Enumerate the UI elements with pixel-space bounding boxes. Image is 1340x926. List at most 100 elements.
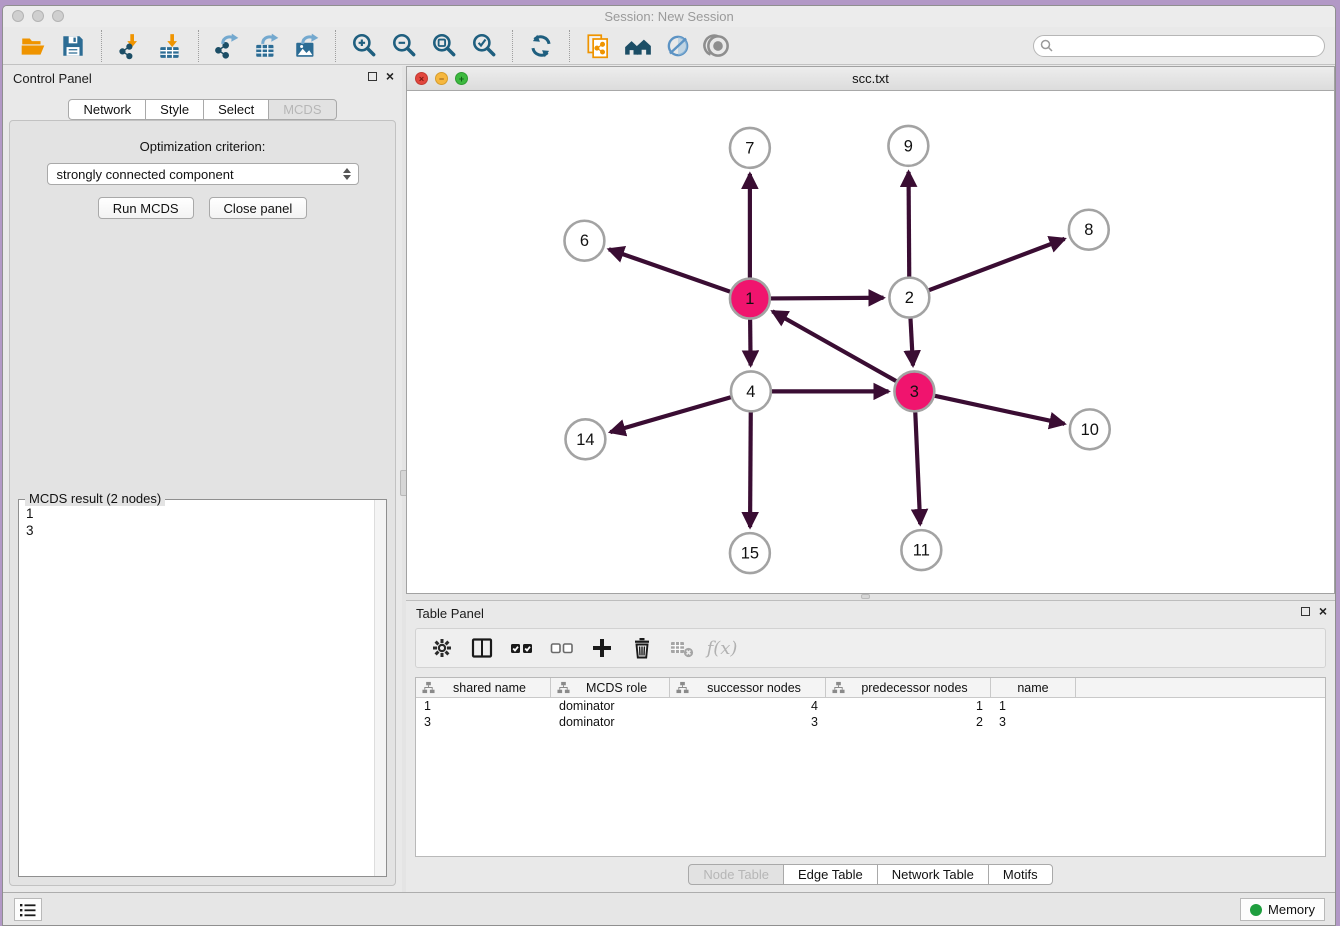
- delete-table-icon: [664, 632, 700, 664]
- tab-mcds[interactable]: MCDS: [268, 99, 336, 120]
- table-cell: 1: [826, 698, 991, 714]
- tab-network-table[interactable]: Network Table: [877, 864, 989, 885]
- table-cell: dominator: [551, 714, 670, 730]
- table-cell: 3: [670, 714, 826, 730]
- column-header-label: predecessor nodes: [845, 681, 990, 695]
- zoom-fit-icon[interactable]: [424, 31, 464, 61]
- result-scrollbar[interactable]: [374, 500, 386, 876]
- toggle-column-icon[interactable]: [464, 632, 500, 664]
- graph-node-label-10: 10: [1081, 421, 1099, 439]
- graph-edge-3-10[interactable]: [935, 396, 1065, 424]
- close-panel-icon[interactable]: ×: [386, 70, 394, 82]
- table-cell: 3: [991, 714, 1076, 730]
- graph-edge-1-6[interactable]: [609, 249, 730, 291]
- horizontal-splitter-handle[interactable]: [861, 594, 870, 599]
- memory-button[interactable]: Memory: [1240, 898, 1325, 921]
- column-header-MCDS-role[interactable]: MCDS role: [551, 678, 670, 697]
- graph-node-label-7: 7: [745, 139, 754, 157]
- network-titlebar: × − + scc.txt: [407, 67, 1334, 91]
- graph-edge-3-11[interactable]: [915, 412, 920, 524]
- show-graphics-details-icon[interactable]: [698, 31, 738, 61]
- graph-node-label-14: 14: [576, 431, 594, 449]
- close-table-panel-icon[interactable]: ×: [1319, 605, 1327, 617]
- table-settings-icon[interactable]: [424, 632, 460, 664]
- window-title: Session: New Session: [3, 9, 1335, 24]
- table-row[interactable]: 3dominator323: [416, 714, 1325, 730]
- export-table-icon[interactable]: [247, 31, 287, 61]
- column-header-shared-name[interactable]: shared name: [416, 678, 551, 697]
- zoom-out-icon[interactable]: [384, 31, 424, 61]
- function-builder-icon: f(x): [704, 632, 740, 664]
- graph-edge-2-8[interactable]: [929, 239, 1065, 290]
- hide-graphics-details-icon[interactable]: [658, 31, 698, 61]
- column-header-predecessor-nodes[interactable]: predecessor nodes: [826, 678, 991, 697]
- network-title: scc.txt: [407, 71, 1334, 86]
- open-file-icon[interactable]: [13, 31, 53, 61]
- add-column-icon[interactable]: [584, 632, 620, 664]
- search-input[interactable]: [1033, 35, 1325, 57]
- select-all-icon[interactable]: [504, 632, 540, 664]
- graph-node-label-2: 2: [905, 289, 914, 307]
- result-line: 1: [26, 505, 366, 522]
- tab-edge-table[interactable]: Edge Table: [783, 864, 878, 885]
- column-header-label: successor nodes: [689, 681, 825, 695]
- network-panel: × − + scc.txt 7968124314101511: [406, 66, 1335, 594]
- table-header-row: shared name MCDS role successor nodes prede…: [416, 678, 1325, 698]
- duplicate-network-icon[interactable]: [578, 31, 618, 61]
- graph-node-label-6: 6: [580, 232, 589, 250]
- toolbar-separator: [101, 30, 102, 62]
- deselect-all-icon[interactable]: [544, 632, 580, 664]
- tab-style[interactable]: Style: [145, 99, 204, 120]
- graph-edge-4-15[interactable]: [750, 412, 751, 527]
- export-image-icon[interactable]: [287, 31, 327, 61]
- tab-motifs[interactable]: Motifs: [988, 864, 1053, 885]
- graph-edge-1-2[interactable]: [771, 298, 884, 299]
- float-table-panel-icon[interactable]: [1301, 607, 1310, 616]
- import-network-icon[interactable]: [110, 31, 150, 61]
- tab-network[interactable]: Network: [68, 99, 146, 120]
- table-panel-header: Table Panel ×: [406, 601, 1335, 625]
- graph-edge-2-9[interactable]: [909, 172, 910, 277]
- network-canvas[interactable]: 7968124314101511: [407, 91, 1334, 593]
- memory-label: Memory: [1268, 902, 1315, 917]
- export-network-icon[interactable]: [207, 31, 247, 61]
- criterion-select[interactable]: strongly connected component: [47, 163, 359, 185]
- float-panel-icon[interactable]: [368, 72, 377, 81]
- app-window: Session: New Session Control Panel × Net…: [2, 5, 1336, 926]
- graph-node-label-15: 15: [741, 545, 759, 563]
- result-line: 3: [26, 522, 366, 539]
- graph-node-label-4: 4: [746, 383, 755, 401]
- run-mcds-button[interactable]: Run MCDS: [98, 197, 194, 219]
- zoom-selected-icon[interactable]: [464, 31, 504, 61]
- graph-edge-2-3[interactable]: [910, 319, 912, 366]
- save-session-icon[interactable]: [53, 31, 93, 61]
- table-panel-title: Table Panel: [416, 606, 484, 621]
- zoom-in-icon[interactable]: [344, 31, 384, 61]
- column-header-label: MCDS role: [570, 681, 669, 695]
- status-bar: Memory: [3, 892, 1335, 925]
- import-table-icon[interactable]: [150, 31, 190, 61]
- main-toolbar-icons: [13, 30, 738, 62]
- task-history-button[interactable]: [14, 898, 42, 921]
- graph-edge-4-14[interactable]: [610, 397, 730, 432]
- table-row[interactable]: 1dominator411: [416, 698, 1325, 714]
- table-toolbar: f(x): [415, 628, 1326, 668]
- tab-select[interactable]: Select: [203, 99, 269, 120]
- table-cell: 1: [416, 698, 551, 714]
- node-table: shared name MCDS role successor nodes prede…: [415, 677, 1326, 857]
- table-cell: 3: [416, 714, 551, 730]
- tab-node-table[interactable]: Node Table: [688, 864, 784, 885]
- search-wrap: [1033, 35, 1325, 57]
- column-header-name[interactable]: name: [991, 678, 1076, 697]
- control-panel-title: Control Panel: [13, 71, 92, 86]
- criterion-select-value: strongly connected component: [57, 167, 234, 182]
- graph-edge-3-1[interactable]: [772, 311, 896, 381]
- close-panel-button[interactable]: Close panel: [209, 197, 308, 219]
- column-header-successor-nodes[interactable]: successor nodes: [670, 678, 826, 697]
- first-neighbors-icon[interactable]: [618, 31, 658, 61]
- toolbar-separator: [512, 30, 513, 62]
- control-panel-tabs: NetworkStyleSelectMCDS: [3, 99, 402, 120]
- delete-column-icon[interactable]: [624, 632, 660, 664]
- control-panel: Control Panel × NetworkStyleSelectMCDS O…: [3, 66, 402, 892]
- refresh-network-icon[interactable]: [521, 31, 561, 61]
